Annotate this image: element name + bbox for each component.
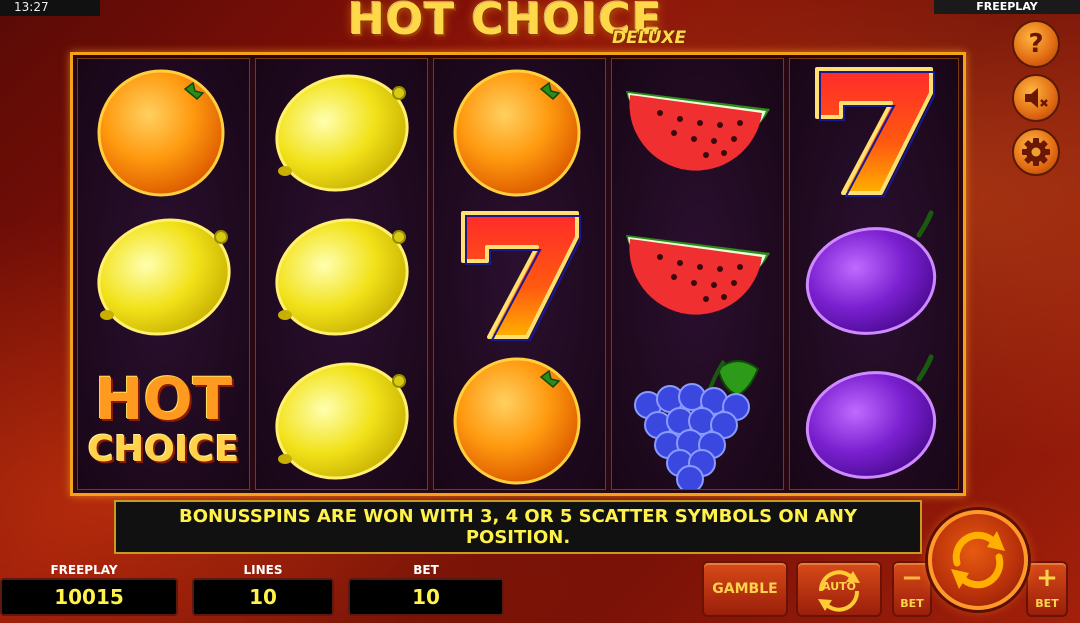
bet-increase-label: BET — [1035, 597, 1059, 610]
reel-symbol — [612, 59, 783, 203]
mode-badge: FREEPLAY — [934, 0, 1080, 14]
watermelon-icon — [625, 235, 770, 315]
reel-1: HOT CHOICE — [77, 58, 250, 490]
reel-symbol: HOT CHOICE — [78, 347, 249, 491]
hot-choice-scatter-icon: HOT CHOICE — [88, 370, 240, 468]
seven-icon — [815, 67, 935, 197]
bet-decrease-label: BET — [900, 597, 924, 610]
reel-4 — [611, 58, 784, 490]
bet-value: 10 — [348, 578, 504, 616]
spin-arrows-icon — [951, 531, 1005, 589]
lemon-icon — [274, 74, 409, 192]
reel-symbol — [256, 347, 427, 491]
scatter-line-1: HOT — [94, 365, 233, 433]
reel-2 — [255, 58, 428, 490]
reel-symbol — [256, 203, 427, 347]
reel-symbol — [78, 59, 249, 203]
freeplay-balance: 10015 — [0, 578, 178, 616]
plum-icon — [805, 210, 937, 335]
reel-symbol — [790, 59, 958, 203]
gamble-button[interactable]: GAMBLE — [702, 561, 788, 617]
lemon-icon — [96, 218, 231, 336]
sound-button[interactable] — [1012, 74, 1060, 122]
seven-icon — [460, 211, 581, 341]
freeplay-label: FREEPLAY — [50, 563, 118, 577]
info-line-2: POSITION. — [465, 527, 571, 548]
lines-label: LINES — [243, 563, 283, 577]
help-icon: ? — [1028, 29, 1044, 59]
orange-icon — [97, 69, 224, 197]
reel-symbol — [256, 59, 427, 203]
plus-icon: + — [1036, 563, 1058, 593]
lemon-icon — [274, 362, 409, 480]
watermelon-icon — [625, 91, 770, 171]
lemon-icon — [274, 218, 409, 336]
reels-area: HOT CHOICE — [70, 52, 966, 496]
reel-symbol — [790, 203, 958, 347]
reel-3 — [433, 58, 606, 490]
help-button[interactable]: ? — [1012, 20, 1060, 68]
reel-symbol — [612, 203, 783, 347]
game-logo: HOT CHOICE DELUXE — [330, 0, 750, 50]
auto-label: AUTO — [822, 580, 856, 593]
settings-gear-icon — [1022, 138, 1050, 166]
reel-symbol — [434, 203, 605, 347]
bet-label: BET — [413, 563, 439, 577]
status-clock: 13:27 — [0, 0, 100, 16]
info-line-1: BONUSSPINS ARE WON WITH 3, 4 OR 5 SCATTE… — [178, 506, 858, 527]
grapes-icon — [633, 359, 759, 489]
minus-icon: − — [901, 563, 923, 593]
reel-symbol — [434, 59, 605, 203]
lines-value: 10 — [192, 578, 334, 616]
auto-button[interactable]: AUTO — [796, 561, 882, 617]
bet-increase-button[interactable]: + BET — [1026, 561, 1068, 617]
bet-decrease-button[interactable]: − BET — [892, 561, 932, 617]
spin-button[interactable] — [928, 510, 1028, 610]
settings-button[interactable] — [1012, 128, 1060, 176]
orange-icon — [453, 357, 580, 485]
reel-symbol — [790, 347, 958, 491]
sound-muted-icon — [1025, 88, 1048, 108]
scatter-line-2: CHOICE — [87, 429, 240, 470]
logo-subtitle: DELUXE — [612, 28, 687, 48]
plum-icon — [805, 354, 937, 479]
reel-symbol — [612, 347, 783, 491]
reel-symbol — [434, 347, 605, 491]
info-message: BONUSSPINS ARE WON WITH 3, 4 OR 5 SCATTE… — [114, 500, 922, 554]
reel-symbol — [78, 203, 249, 347]
reel-5 — [789, 58, 959, 490]
orange-icon — [453, 69, 580, 197]
